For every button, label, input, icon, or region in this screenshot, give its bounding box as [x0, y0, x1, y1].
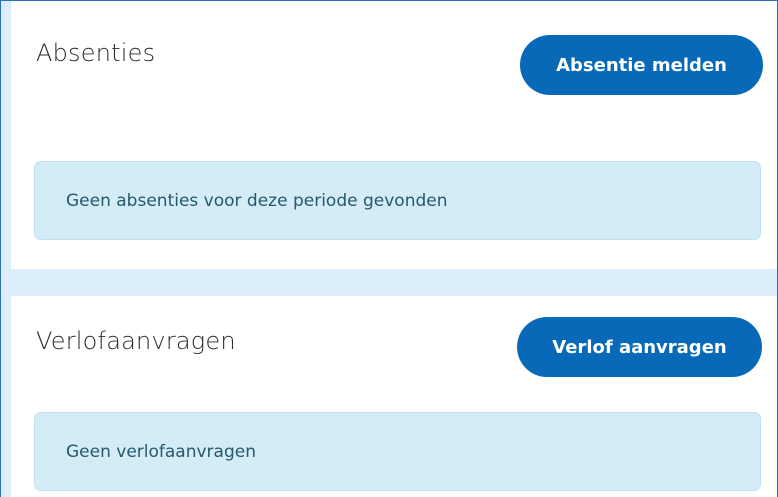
absences-title: Absenties: [36, 39, 156, 67]
request-leave-button[interactable]: Verlof aanvragen: [517, 317, 762, 377]
leave-requests-panel: Verlofaanvragen Verlof aanvragen Geen ve…: [11, 295, 777, 497]
leave-requests-empty-alert: Geen verlofaanvragen: [34, 412, 761, 491]
absences-panel: Absenties Absentie melden Geen absenties…: [11, 1, 777, 270]
absences-empty-alert: Geen absenties voor deze periode gevonde…: [34, 161, 761, 240]
absences-empty-message: Geen absenties voor deze periode gevonde…: [66, 190, 448, 211]
report-absence-button[interactable]: Absentie melden: [520, 35, 763, 95]
leave-requests-title: Verlofaanvragen: [36, 327, 236, 355]
leave-requests-empty-message: Geen verlofaanvragen: [66, 441, 256, 462]
page-frame: Absenties Absentie melden Geen absenties…: [0, 0, 778, 497]
